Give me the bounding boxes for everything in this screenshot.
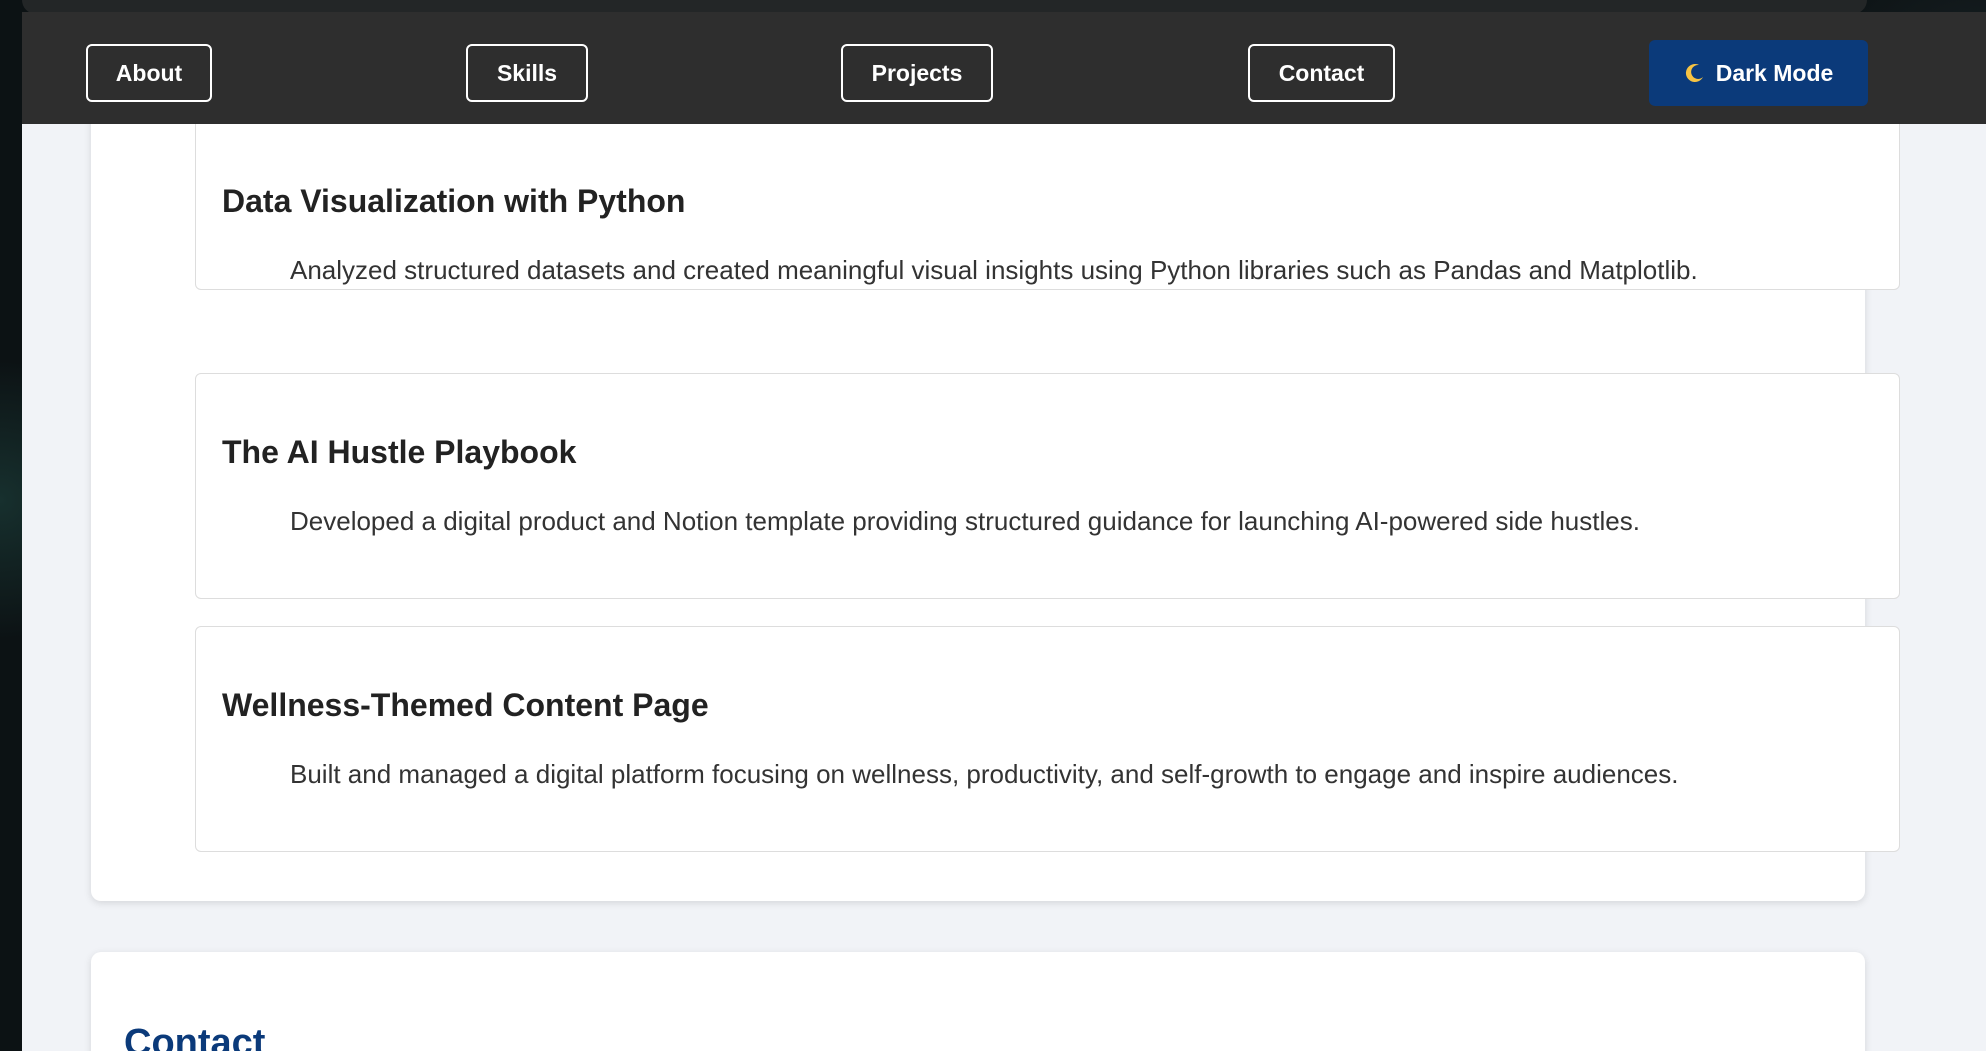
dark-mode-toggle-button[interactable]: Dark Mode	[1649, 40, 1868, 106]
nav-contact-button[interactable]: Contact	[1248, 44, 1395, 102]
project-card: The AI Hustle Playbook Developed a digit…	[195, 373, 1900, 599]
nav-about-button[interactable]: About	[86, 44, 212, 102]
moon-icon	[1684, 62, 1706, 84]
project-card: Wellness-Themed Content Page Built and m…	[195, 626, 1900, 852]
nav-skills-button[interactable]: Skills	[466, 44, 588, 102]
project-title: The AI Hustle Playbook	[222, 434, 577, 470]
project-description: Analyzed structured datasets and created…	[290, 255, 1698, 285]
top-navbar: About Skills Projects Contact Dark Mode	[22, 12, 1986, 124]
dark-mode-label: Dark Mode	[1715, 59, 1834, 86]
portfolio-page: Data Visualization with Python Analyzed …	[22, 12, 1986, 1051]
projects-section: Data Visualization with Python Analyzed …	[91, 72, 1900, 901]
project-title: Wellness-Themed Content Page	[222, 687, 709, 723]
contact-heading: Contact	[124, 1022, 266, 1051]
nav-projects-button[interactable]: Projects	[841, 44, 993, 102]
project-description: Built and managed a digital platform foc…	[290, 759, 1679, 789]
contact-section: Contact	[91, 952, 1865, 1051]
project-title: Data Visualization with Python	[222, 183, 686, 219]
project-description: Developed a digital product and Notion t…	[290, 506, 1640, 536]
